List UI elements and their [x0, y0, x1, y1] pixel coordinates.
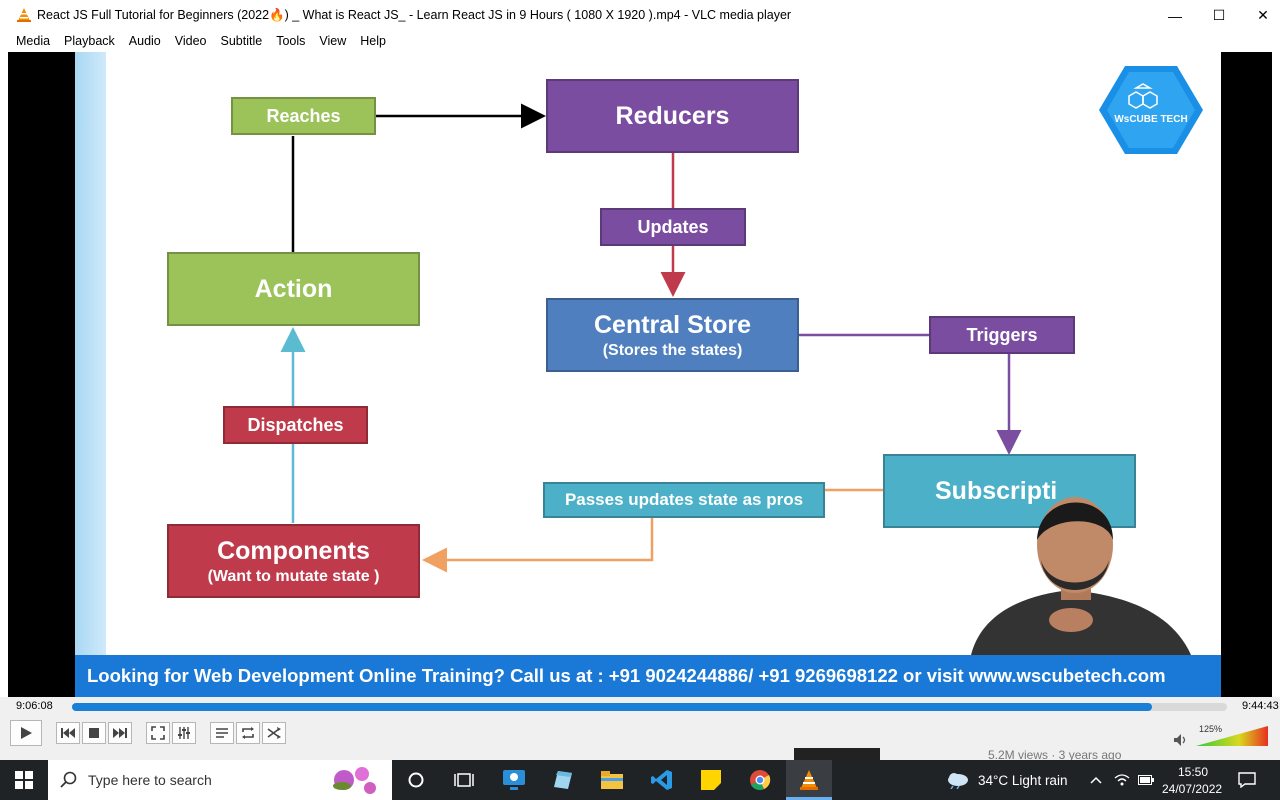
- clock-time[interactable]: 15:50: [1178, 765, 1208, 779]
- search-icon: [60, 771, 77, 788]
- presenter-video: [971, 497, 1191, 655]
- passes-box: Passes updates state as pros: [543, 482, 825, 518]
- action-box: Action: [167, 252, 420, 326]
- clock-date[interactable]: 24/07/2022: [1162, 782, 1222, 796]
- taskbar-app-remote[interactable]: [501, 767, 527, 793]
- play-button[interactable]: [10, 720, 42, 746]
- taskbar-app-sticky-notes[interactable]: [698, 767, 724, 793]
- folder-icon: [601, 771, 623, 789]
- promo-banner: Looking for Web Development Online Train…: [75, 655, 1221, 697]
- triggers-label: Triggers: [966, 324, 1038, 345]
- volume-slider[interactable]: [1196, 726, 1268, 746]
- speaker-icon[interactable]: [1174, 734, 1188, 746]
- random-icon: [267, 727, 281, 739]
- window-title: React JS Full Tutorial for Beginners (20…: [37, 8, 792, 22]
- dispatches-label: Dispatches: [247, 414, 344, 435]
- flower-decoration-icon: [333, 767, 376, 794]
- extended-settings-button[interactable]: [172, 722, 196, 744]
- previous-icon: [61, 728, 75, 738]
- sticky-notes-icon: [701, 770, 721, 790]
- menu-tools[interactable]: Tools: [269, 31, 312, 52]
- updates-box: Updates: [600, 208, 746, 246]
- close-button[interactable]: ✕: [1240, 0, 1280, 31]
- previous-button[interactable]: [56, 722, 80, 744]
- dispatches-box: Dispatches: [223, 406, 368, 444]
- windows-icon: [15, 771, 33, 789]
- extended-settings-icon: [178, 727, 190, 739]
- next-button[interactable]: [108, 722, 132, 744]
- menu-subtitle[interactable]: Subtitle: [214, 31, 270, 52]
- chrome-icon: [750, 770, 771, 790]
- components-sublabel: (Want to mutate state ): [207, 567, 380, 585]
- taskbar-app-explorer[interactable]: [599, 767, 625, 793]
- battery-icon[interactable]: [1138, 775, 1154, 785]
- logo-text: WsCUBE TECH: [1114, 114, 1187, 125]
- seek-bar-progress: [72, 703, 1152, 711]
- components-label: Components: [217, 536, 370, 565]
- vlc-cone-icon: [17, 8, 31, 22]
- wscube-logo: WsCUBE TECH: [1099, 66, 1203, 154]
- playlist-button[interactable]: [210, 722, 234, 744]
- updates-label: Updates: [637, 216, 709, 237]
- taskbar-app-notes[interactable]: [550, 767, 576, 793]
- loop-button[interactable]: [236, 722, 260, 744]
- menu-help[interactable]: Help: [353, 31, 393, 52]
- reaches-box: Reaches: [231, 97, 376, 135]
- slide-frame: Reaches Reducers Updates Action Central …: [75, 52, 1221, 697]
- start-button[interactable]: [11, 767, 37, 793]
- task-view-button[interactable]: [451, 767, 477, 793]
- menu-bar: Media Playback Audio Video Subtitle Tool…: [0, 31, 1280, 52]
- random-button[interactable]: [262, 722, 286, 744]
- taskbar-app-chrome[interactable]: [747, 767, 773, 793]
- maximize-button[interactable]: ☐: [1196, 0, 1242, 31]
- menu-media[interactable]: Media: [9, 31, 57, 52]
- play-icon: [21, 727, 32, 739]
- wifi-icon[interactable]: [1114, 773, 1130, 787]
- passes-to-components-arrow: [422, 518, 654, 573]
- elapsed-time[interactable]: 9:06:08: [16, 700, 53, 712]
- vscode-icon: [651, 770, 672, 790]
- fullscreen-icon: [151, 726, 165, 740]
- remote-desktop-icon: [503, 770, 525, 790]
- action-label: Action: [254, 274, 333, 303]
- fullscreen-button[interactable]: [146, 722, 170, 744]
- weather-text[interactable]: 34°C Light rain: [978, 773, 1067, 788]
- vlc-cone-taskbar-icon: [800, 770, 818, 790]
- triggers-box: Triggers: [929, 316, 1075, 354]
- playlist-icon: [216, 728, 228, 738]
- central-store-sublabel: (Stores the states): [602, 341, 743, 359]
- passes-label: Passes updates state as pros: [564, 490, 804, 509]
- search-placeholder: Type here to search: [88, 772, 212, 788]
- cortana-button[interactable]: [403, 767, 429, 793]
- minimize-button[interactable]: —: [1152, 0, 1198, 31]
- chevron-up-icon[interactable]: [1090, 776, 1102, 784]
- central-store-label: Central Store: [594, 310, 751, 339]
- menu-playback[interactable]: Playback: [57, 31, 122, 52]
- taskbar-app-vlc[interactable]: [796, 767, 822, 793]
- menu-video[interactable]: Video: [168, 31, 214, 52]
- central-store-box: Central Store (Stores the states): [546, 298, 799, 372]
- menu-view[interactable]: View: [312, 31, 353, 52]
- total-time[interactable]: 9:44:43: [1242, 700, 1279, 712]
- stop-button[interactable]: [82, 722, 106, 744]
- title-bar: React JS Full Tutorial for Beginners (20…: [0, 0, 1280, 31]
- background-thumbnail: [794, 748, 880, 760]
- reducers-label: Reducers: [615, 101, 730, 130]
- taskbar-app-vscode[interactable]: [649, 767, 675, 793]
- notification-icon[interactable]: [1238, 772, 1256, 788]
- next-icon: [113, 728, 127, 738]
- weather-cloud-icon: [948, 773, 968, 789]
- task-view-icon: [454, 773, 474, 787]
- notepad-icon: [554, 771, 572, 789]
- seek-bar[interactable]: [72, 703, 1227, 711]
- menu-audio[interactable]: Audio: [122, 31, 168, 52]
- cortana-icon: [408, 772, 424, 788]
- vlc-window: React JS Full Tutorial for Beginners (20…: [0, 0, 1280, 800]
- stop-icon: [89, 728, 99, 738]
- loop-icon: [242, 727, 254, 739]
- components-box: Components (Want to mutate state ): [167, 524, 420, 598]
- reaches-label: Reaches: [266, 105, 341, 126]
- reducers-box: Reducers: [546, 79, 799, 153]
